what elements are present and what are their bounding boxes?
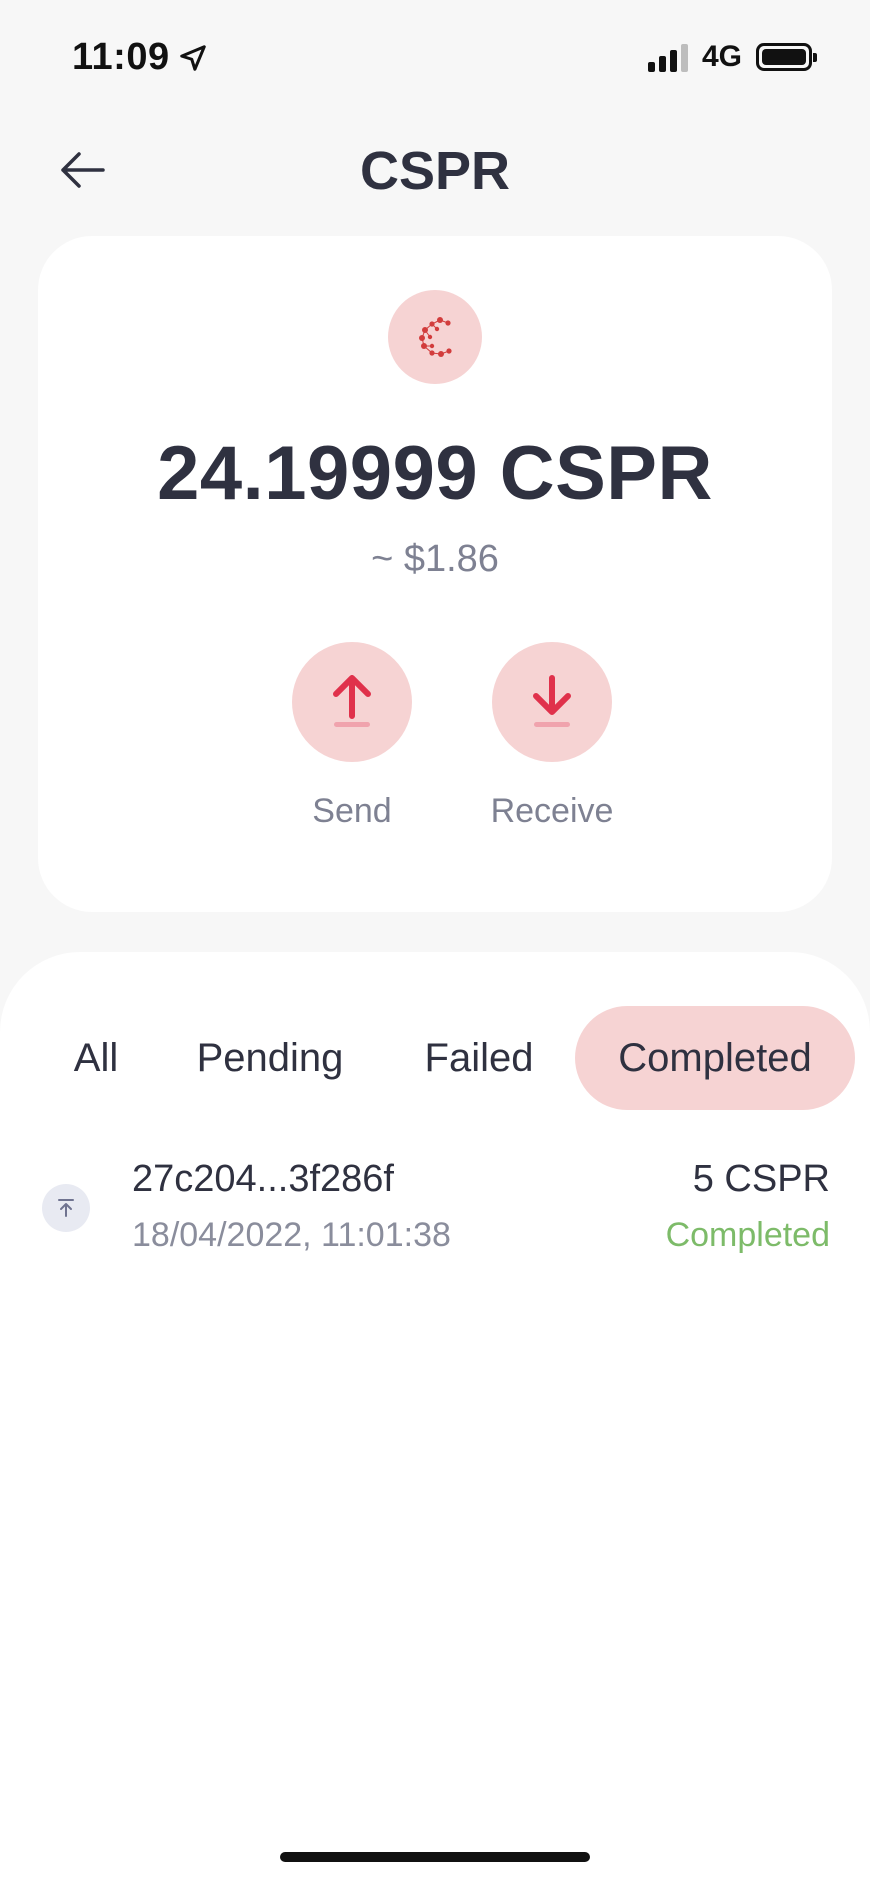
location-arrow-icon <box>179 44 206 71</box>
network-type: 4G <box>701 40 742 73</box>
outgoing-transaction-icon <box>42 1184 90 1232</box>
receive-label: Receive <box>490 792 614 830</box>
transaction-amount: 5 CSPR <box>692 1158 830 1200</box>
cellular-signal-icon <box>647 42 688 72</box>
header: CSPR <box>0 130 870 210</box>
tab-failed[interactable]: Failed <box>404 1006 554 1110</box>
filter-tabs: All Pending Failed Completed <box>0 1006 870 1110</box>
status-time-group: 11:09 <box>72 36 208 79</box>
transaction-date: 18/04/2022, 11:01:38 <box>132 1216 451 1254</box>
tab-pending[interactable]: Pending <box>180 1006 360 1110</box>
home-indicator <box>280 1852 590 1862</box>
tab-completed[interactable]: Completed <box>575 1006 855 1110</box>
transaction-row[interactable]: 27c204...3f286f 18/04/2022, 11:01:38 5 C… <box>0 1148 870 1268</box>
transaction-status: Completed <box>665 1216 830 1254</box>
transaction-hash: 27c204...3f286f <box>132 1158 394 1200</box>
send-label: Send <box>312 792 392 830</box>
page-title: CSPR <box>359 141 511 201</box>
status-time: 11:09 <box>72 36 170 78</box>
send-circle <box>292 642 412 762</box>
tab-all[interactable]: All <box>56 1006 136 1110</box>
transactions-panel: All Pending Failed Completed 27c204...3f… <box>0 952 870 1883</box>
balance-fiat-value: ~ $1.86 <box>371 538 499 580</box>
receive-button[interactable]: Receive <box>472 642 632 831</box>
send-button[interactable]: Send <box>272 642 432 831</box>
balance-card: 24.19999 CSPR ~ $1.86 Send Receive <box>38 236 832 912</box>
status-bar: 11:09 4G <box>0 0 870 110</box>
receive-circle <box>492 642 612 762</box>
send-arrow-icon <box>333 675 371 727</box>
cspr-logo-icon <box>388 290 482 384</box>
battery-icon <box>756 43 817 71</box>
receive-arrow-icon <box>533 675 571 727</box>
balance-amount: 24.19999 CSPR <box>157 431 713 516</box>
status-indicators: 4G <box>647 40 817 74</box>
